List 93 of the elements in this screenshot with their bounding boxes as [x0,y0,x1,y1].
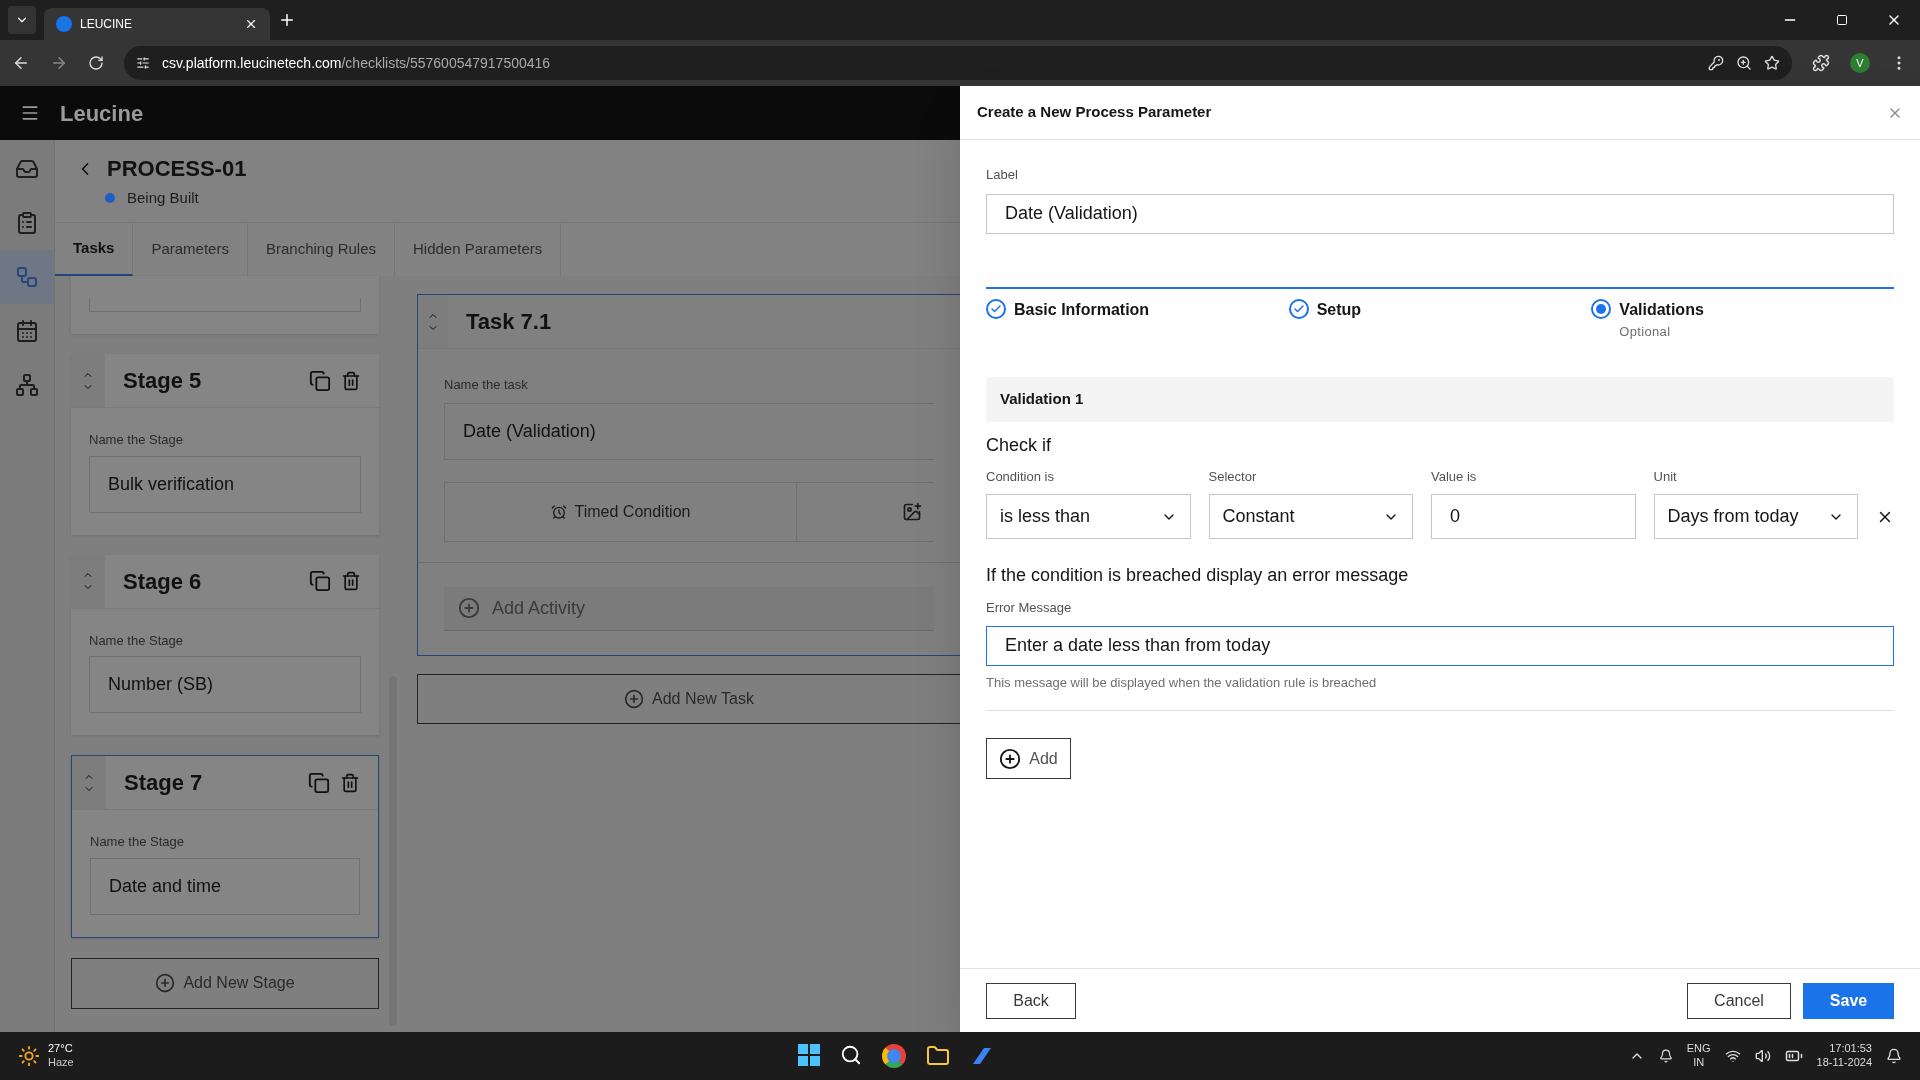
reload-icon[interactable] [88,55,104,71]
stage-name-field[interactable]: Bulk verification [89,455,361,513]
add-stage-button[interactable]: Add New Stage [71,957,379,1009]
start-icon[interactable] [798,1044,821,1066]
key-icon[interactable] [1708,55,1724,71]
wifi-icon[interactable] [1724,1048,1741,1064]
address-bar[interactable]: csv.platform.leucinetech.com/checklists/557600547917500416 [124,46,1792,80]
field-label: Name the Stage [89,431,184,449]
flowchart-icon [15,265,39,289]
stage-name-field[interactable]: Number (SB) [89,656,361,713]
field-label: Condition is [986,467,1055,486]
new-tab-icon[interactable] [278,11,296,29]
calendar-icon [15,319,39,343]
favicon-icon [56,16,72,32]
stage-name-field[interactable]: Date and time [90,857,360,915]
step-label[interactable]: Validations [1619,297,1704,322]
browser-tab[interactable]: LEUCINE [44,8,270,40]
helper-text: This message will be displayed when the validation rule is breached [986,673,1378,692]
stage-title: Stage 7 [124,769,204,797]
weather-label: Haze [48,1056,74,1070]
field-label: Error Message [986,599,1073,617]
forward-icon[interactable] [50,54,68,72]
site-info-icon[interactable] [136,56,150,70]
task-name-field[interactable]: Date (Validation) [444,402,934,460]
field-label: Label [986,166,1019,184]
copy-icon[interactable] [309,369,331,392]
stage-title: Stage 5 [123,367,203,395]
error-heading: If the condition is breached display an error message [986,564,1410,587]
alarm-icon [550,503,567,520]
field-label: Name the Stage [89,631,184,650]
zoom-icon[interactable] [1736,55,1752,71]
plus-circle-icon [155,973,176,993]
label-field[interactable]: Date (Validation) [986,193,1894,234]
value-field[interactable]: 0 [1431,494,1636,539]
add-task-button[interactable]: Add New Task [417,673,960,724]
tab-title: LEUCINE [80,16,133,33]
stage-title: Stage 6 [123,567,203,596]
back-button[interactable]: Back [986,982,1076,1019]
process-title: PROCESS-01 [107,155,247,183]
task-title: Task 7.1 [466,308,552,336]
folder-icon[interactable] [926,1044,951,1068]
check-if-label: Check if [986,433,1053,457]
step-label[interactable]: Basic Information [1014,297,1150,322]
drawer-title: Create a New Process Parameter [977,102,1213,123]
profile-avatar[interactable]: V [1850,53,1870,73]
field-label: Unit [1653,467,1678,486]
temperature: 27°C [48,1042,74,1056]
volume-icon[interactable] [1754,1048,1771,1064]
plus-circle-icon [458,597,480,619]
field-label: Name the Stage [90,833,185,851]
media-icon[interactable] [902,501,922,522]
hamburger-icon[interactable] [20,103,40,123]
delete-icon[interactable] [341,571,361,591]
add-button[interactable]: Add [986,738,1071,779]
restore-icon[interactable] [1836,14,1848,26]
inbox-icon [15,157,39,181]
bell-icon[interactable] [1886,1048,1902,1064]
plus-circle-icon [999,747,1022,770]
bookmark-icon[interactable] [1764,55,1780,71]
browser-icon[interactable] [882,1044,907,1068]
clipboard-icon [15,211,39,235]
copy-icon[interactable] [309,570,331,592]
back-icon[interactable] [12,54,30,72]
extensions-icon[interactable] [1812,54,1830,72]
field-label: Name the task [444,376,529,394]
hierarchy-icon [15,373,39,397]
url-text: csv.platform.leucinetech.com/checklists/557600547917500416 [162,53,551,73]
select-field[interactable]: Constant [1208,494,1414,539]
clock-date[interactable]: 18-11-2024 [1816,1056,1872,1070]
delete-icon[interactable] [341,370,361,391]
close-icon[interactable] [244,17,258,31]
validation-header: Validation 1 [986,376,1894,422]
status-label: Being Built [127,188,199,208]
tab[interactable]: Hidden Parameters [395,223,562,276]
error-message-field[interactable]: Enter a date less than from today [986,625,1894,666]
cancel-button[interactable]: Cancel [1687,982,1791,1019]
delete-icon[interactable] [340,772,360,793]
select-field[interactable]: is less than [986,494,1191,539]
field-label: Selector [1208,467,1258,486]
plus-circle-icon [624,688,644,709]
clock-time[interactable]: 17:01:53 [1829,1042,1872,1056]
region-label[interactable]: IN [1693,1056,1705,1070]
field-label: Value is [1431,467,1478,486]
copy-icon[interactable] [308,771,330,794]
step-label[interactable]: Setup [1316,297,1362,322]
search-icon[interactable] [840,1044,863,1066]
save-button[interactable]: Save [1803,982,1894,1019]
brand-logo: Leucine [60,99,144,128]
weather-icon[interactable] [18,1045,40,1067]
select-field[interactable]: Days from today [1653,494,1859,539]
language-label[interactable]: ENG [1686,1042,1711,1056]
step-note: Optional [1619,322,1672,341]
notification-icon[interactable] [1658,1049,1673,1063]
